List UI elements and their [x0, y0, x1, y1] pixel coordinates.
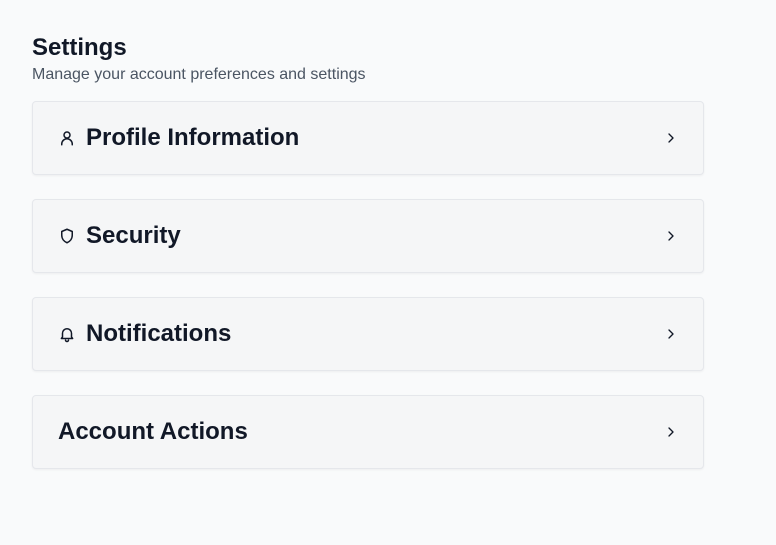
chevron-right-icon	[663, 326, 679, 342]
settings-sections: Profile Information Security Notificatio…	[32, 101, 704, 469]
user-icon	[58, 129, 76, 147]
page-subtitle: Manage your account preferences and sett…	[32, 66, 366, 83]
account-actions-section[interactable]: Account Actions	[32, 395, 704, 469]
chevron-right-icon	[663, 228, 679, 244]
bell-icon	[58, 325, 76, 343]
account-actions-label: Account Actions	[58, 418, 248, 445]
chevron-right-icon	[663, 424, 679, 440]
page-title: Settings	[32, 34, 127, 61]
security-label: Security	[86, 222, 181, 249]
security-section[interactable]: Security	[32, 199, 704, 273]
chevron-right-icon	[663, 130, 679, 146]
settings-page: Settings Manage your account preferences…	[32, 34, 704, 469]
notifications-label: Notifications	[86, 320, 232, 347]
notifications-section[interactable]: Notifications	[32, 297, 704, 371]
profile-information-label: Profile Information	[86, 124, 300, 151]
profile-information-section[interactable]: Profile Information	[32, 101, 704, 175]
shield-icon	[58, 227, 76, 245]
